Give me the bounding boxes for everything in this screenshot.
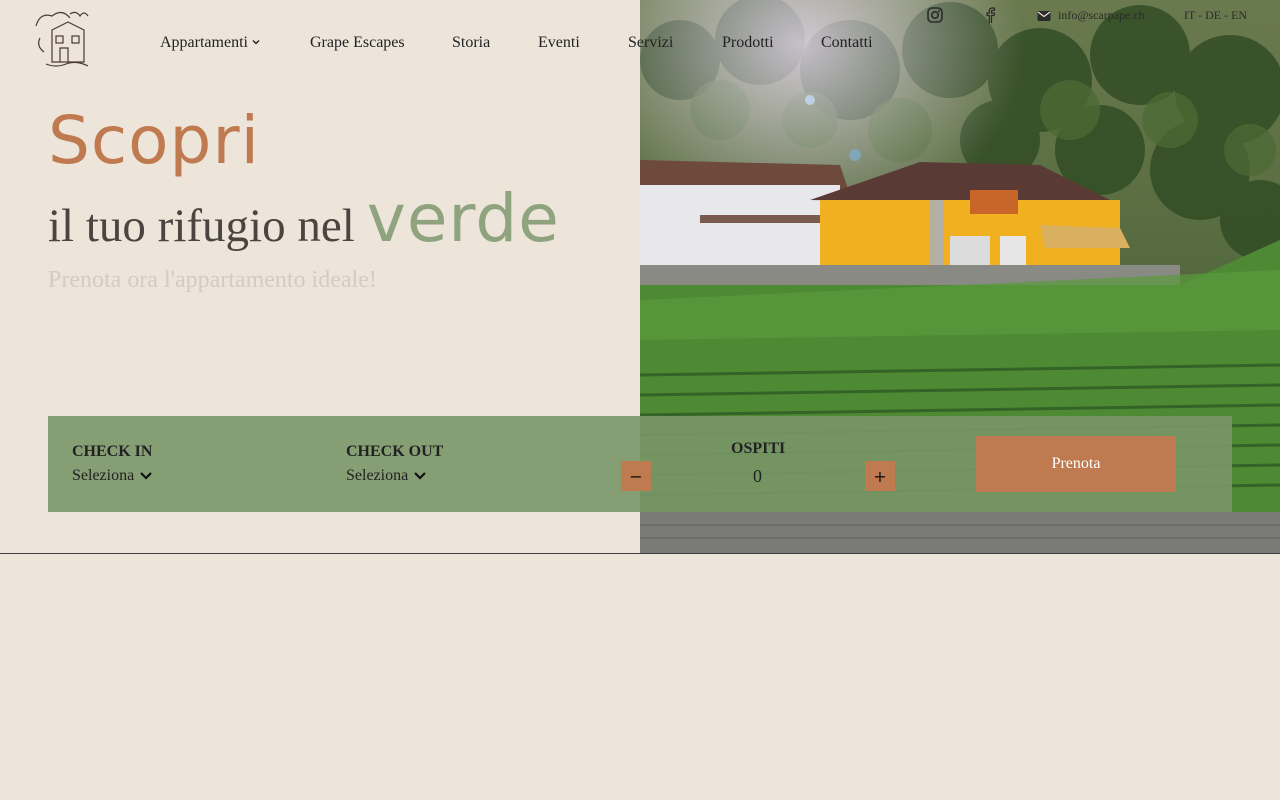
mail-icon[interactable] (1036, 8, 1052, 24)
guests-increment-button[interactable]: + (865, 461, 895, 491)
checkin-value: Seleziona (72, 467, 135, 484)
site-logo[interactable] (30, 8, 94, 70)
nav-label: Storia (452, 34, 491, 51)
hero-subtitle: il tuo rifugio nel verde (48, 180, 560, 257)
facebook-icon[interactable] (982, 6, 998, 24)
checkout-label: CHECK OUT (346, 443, 444, 460)
nav-label: Appartamenti (160, 34, 248, 51)
booking-bar: CHECK IN Seleziona CHECK OUT Seleziona O… (48, 416, 1232, 512)
book-button[interactable]: Prenota (976, 436, 1176, 492)
nav-servizi[interactable]: Servizi (628, 34, 673, 52)
guests-decrement-button[interactable]: − (621, 461, 651, 491)
chevron-down-icon (140, 472, 152, 480)
nav-label: Grape Escapes (310, 34, 405, 51)
guests-label: OSPITI (731, 440, 786, 457)
hero-title: Scopri (48, 102, 260, 179)
checkin-label: CHECK IN (72, 443, 153, 460)
nav-label: Servizi (628, 34, 674, 51)
hero-subtitle-plain: il tuo rifugio nel (48, 200, 355, 252)
nav-contatti[interactable]: Contatti (821, 34, 873, 52)
nav-storia[interactable]: Storia (452, 34, 490, 52)
nav-label: Prodotti (722, 34, 774, 51)
nav-prodotti[interactable]: Prodotti (722, 34, 774, 52)
nav-eventi[interactable]: Eventi (538, 34, 580, 52)
nav-label: Eventi (538, 34, 580, 51)
guests-count[interactable]: 0 (753, 466, 762, 487)
chevron-down-icon (414, 472, 426, 480)
nav-label: Contatti (821, 34, 873, 51)
language-switcher[interactable]: IT - DE - EN (1184, 8, 1247, 23)
hero-tagline: Prenota ora l'appartamento ideale! (48, 267, 377, 293)
logo-image (35, 11, 89, 67)
contact-email-link[interactable]: info@scarpape.ch (1058, 8, 1145, 23)
chevron-down-icon (252, 38, 260, 48)
checkout-value: Seleziona (346, 467, 409, 484)
hero-subtitle-accent: verde (366, 180, 560, 257)
checkin-select[interactable]: Seleziona (72, 467, 153, 485)
nav-appartamenti[interactable]: Appartamenti (160, 34, 260, 52)
checkout-select[interactable]: Seleziona (346, 467, 427, 485)
instagram-icon[interactable] (926, 6, 944, 24)
hero-bottom-rule (0, 553, 1280, 554)
nav-grape-escapes[interactable]: Grape Escapes (310, 34, 405, 52)
